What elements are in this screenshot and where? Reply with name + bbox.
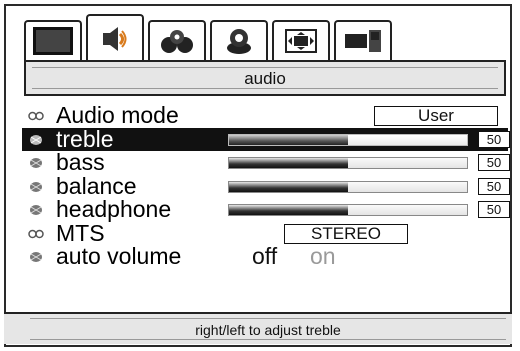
adjust-icon xyxy=(30,205,42,215)
tab-pip[interactable] xyxy=(334,20,392,60)
balance-label: balance xyxy=(56,172,137,199)
selector-icon xyxy=(28,111,44,121)
menu-item-audio-mode[interactable]: Audio mode User xyxy=(22,102,508,128)
adjust-icon xyxy=(30,134,42,145)
auto-volume-off-option[interactable]: off xyxy=(252,243,277,269)
bass-slider[interactable] xyxy=(228,157,468,169)
menu-item-treble[interactable]: treble 50 xyxy=(22,125,510,152)
menu-item-bass[interactable]: bass 50 xyxy=(22,149,510,175)
mts-select[interactable]: STEREO xyxy=(284,223,408,244)
headphone-label: headphone xyxy=(56,196,172,222)
bass-value: 50 xyxy=(478,154,510,171)
section-title: audio xyxy=(32,67,498,89)
menu-tabs xyxy=(24,14,424,62)
picture-icon xyxy=(33,27,73,55)
audio-icon xyxy=(103,27,127,51)
menu-item-mts[interactable]: MTS STEREO xyxy=(22,219,508,246)
headphone-slider[interactable] xyxy=(228,204,468,216)
balance-slider[interactable] xyxy=(228,180,468,193)
menu-item-headphone[interactable]: headphone 50 xyxy=(22,196,510,222)
tab-screen[interactable] xyxy=(272,20,330,60)
headphone-value: 50 xyxy=(478,201,510,218)
treble-slider[interactable] xyxy=(228,133,468,146)
tab-audio[interactable] xyxy=(86,14,144,62)
tab-setup[interactable] xyxy=(148,20,206,60)
treble-label: treble xyxy=(56,125,114,152)
parental-icon xyxy=(227,29,251,54)
section-header: audio xyxy=(24,60,506,96)
headphone-slider-fill xyxy=(229,205,348,215)
adjust-icon xyxy=(30,158,42,168)
help-bar: right/left to adjust treble xyxy=(4,312,512,344)
treble-value: 50 xyxy=(478,130,510,148)
pip-icon xyxy=(345,30,381,52)
tab-parental[interactable] xyxy=(210,20,268,60)
screen-icon xyxy=(285,29,317,53)
setup-icon xyxy=(161,30,193,53)
audio-menu: Audio mode User treble 50 bass 50 balanc… xyxy=(22,102,510,269)
menu-item-balance[interactable]: balance 50 xyxy=(22,172,510,199)
bass-slider-fill xyxy=(229,158,348,168)
selector-icon xyxy=(28,229,44,238)
bass-label: bass xyxy=(56,149,105,175)
adjust-icon xyxy=(30,181,42,192)
help-text: right/left to adjust treble xyxy=(30,318,506,340)
auto-volume-on-option[interactable]: on xyxy=(310,243,336,269)
mts-label: MTS xyxy=(56,219,105,246)
balance-value: 50 xyxy=(478,177,510,195)
adjust-icon xyxy=(30,252,42,262)
treble-slider-fill xyxy=(229,134,348,145)
balance-slider-fill xyxy=(229,181,348,192)
auto-volume-label: auto volume xyxy=(56,243,182,269)
audio-mode-label: Audio mode xyxy=(56,102,179,128)
tab-picture[interactable] xyxy=(24,20,82,60)
audio-mode-select[interactable]: User xyxy=(374,106,498,126)
menu-item-auto-volume[interactable]: auto volume off on xyxy=(22,243,508,269)
